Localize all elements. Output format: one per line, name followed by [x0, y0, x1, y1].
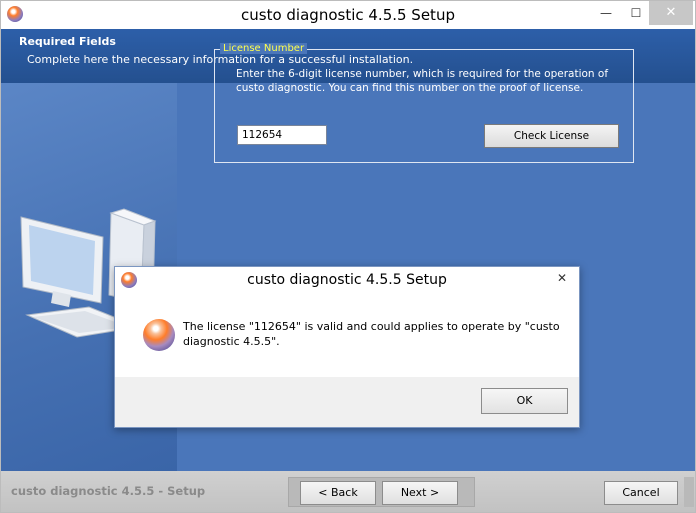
cancel-button[interactable]: Cancel — [604, 481, 678, 505]
next-button[interactable]: Next > — [382, 481, 458, 505]
license-description: Enter the 6-digit license number, which … — [236, 68, 609, 94]
dialog-close-button[interactable]: ✕ — [547, 268, 577, 288]
footer-bar: custo diagnostic 4.5.5 - Setup < Back Ne… — [1, 471, 695, 512]
ok-button[interactable]: OK — [481, 388, 568, 414]
footer-brand: custo diagnostic 4.5.5 - Setup — [11, 484, 206, 498]
header-title: Required Fields — [19, 35, 116, 48]
dialog-title: custo diagnostic 4.5.5 Setup — [247, 272, 447, 288]
back-button[interactable]: < Back — [300, 481, 376, 505]
info-orb-icon — [143, 319, 175, 351]
check-license-button[interactable]: Check License — [484, 124, 619, 148]
license-number-input[interactable] — [237, 125, 327, 145]
dialog-message: The license "112654" is valid and could … — [183, 320, 560, 348]
footer-edge — [684, 477, 694, 507]
dialog-title-bar: custo diagnostic 4.5.5 Setup ✕ — [115, 267, 579, 293]
close-button[interactable]: ✕ — [649, 1, 693, 25]
maximize-button[interactable]: ☐ — [621, 1, 651, 25]
setup-window: custo diagnostic 4.5.5 Setup — ☐ ✕ Requi… — [0, 0, 696, 513]
message-dialog: custo diagnostic 4.5.5 Setup ✕ The licen… — [114, 266, 580, 428]
title-bar: custo diagnostic 4.5.5 Setup — ☐ ✕ — [1, 1, 695, 29]
license-group-legend: License Number — [220, 43, 308, 54]
minimize-button[interactable]: — — [591, 1, 621, 25]
